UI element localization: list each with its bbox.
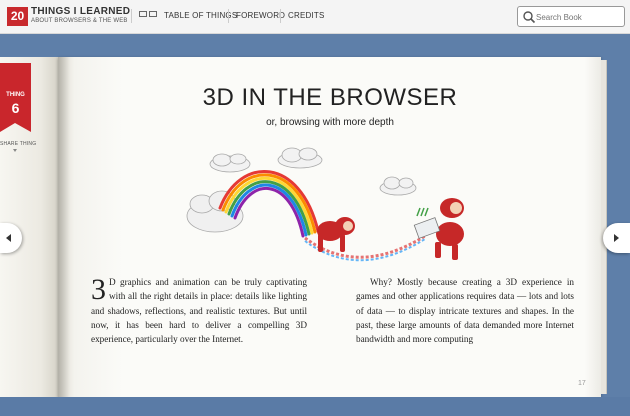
previous-page-button[interactable] xyxy=(0,223,22,253)
nav-credits[interactable]: CREDITS xyxy=(288,11,325,20)
cloud-icon xyxy=(209,153,251,173)
body-text: Why? Mostly because creating a 3D experi… xyxy=(356,277,574,345)
page-title: 3D IN THE BROWSER xyxy=(202,84,458,111)
ribbon-label: THING xyxy=(6,92,25,98)
body-text: D graphics and animation can be truly ca… xyxy=(91,277,307,345)
character-left xyxy=(317,217,355,252)
drop-cap: 3 xyxy=(91,273,106,306)
logo-title[interactable]: THINGS I LEARNED xyxy=(31,7,130,17)
nav-table-of-things[interactable]: TABLE OF THINGS xyxy=(164,11,237,20)
nav-divider xyxy=(131,9,132,23)
page-number: 17 xyxy=(578,380,586,387)
chevron-down-icon[interactable] xyxy=(13,149,17,152)
arrow-right-icon xyxy=(614,234,619,242)
page-subtitle: or, browsing with more depth xyxy=(266,117,394,128)
spine-shadow xyxy=(58,57,70,397)
nav-foreword[interactable]: FOREWORD xyxy=(236,11,285,20)
logo-subtitle[interactable]: ABOUT BROWSERS & THE WEB xyxy=(31,18,128,24)
table-of-things-icon[interactable] xyxy=(139,11,147,17)
nav-divider xyxy=(280,9,281,23)
body-column-left: 3D graphics and animation can be truly c… xyxy=(91,275,307,346)
search-input[interactable] xyxy=(536,10,622,24)
cloud-icon xyxy=(379,176,417,196)
cloud-icon xyxy=(277,147,323,169)
logo-badge[interactable]: 20 xyxy=(7,7,28,26)
laptop-icon xyxy=(413,207,441,239)
search-box[interactable] xyxy=(517,6,625,27)
search-icon[interactable] xyxy=(522,10,536,24)
nav-divider xyxy=(228,9,229,23)
book-bottom xyxy=(0,397,630,416)
arrow-left-icon xyxy=(6,234,11,242)
table-of-things-icon[interactable] xyxy=(149,11,157,17)
ribbon-number: 6 xyxy=(11,100,20,116)
body-column-right: Why? Mostly because creating a 3D experi… xyxy=(356,275,574,346)
next-page-button[interactable] xyxy=(603,223,630,253)
rainbow-illustration xyxy=(186,147,464,262)
top-bar: 20 THINGS I LEARNED ABOUT BROWSERS & THE… xyxy=(0,0,630,34)
share-thing-button[interactable]: SHARE THING xyxy=(0,141,36,147)
